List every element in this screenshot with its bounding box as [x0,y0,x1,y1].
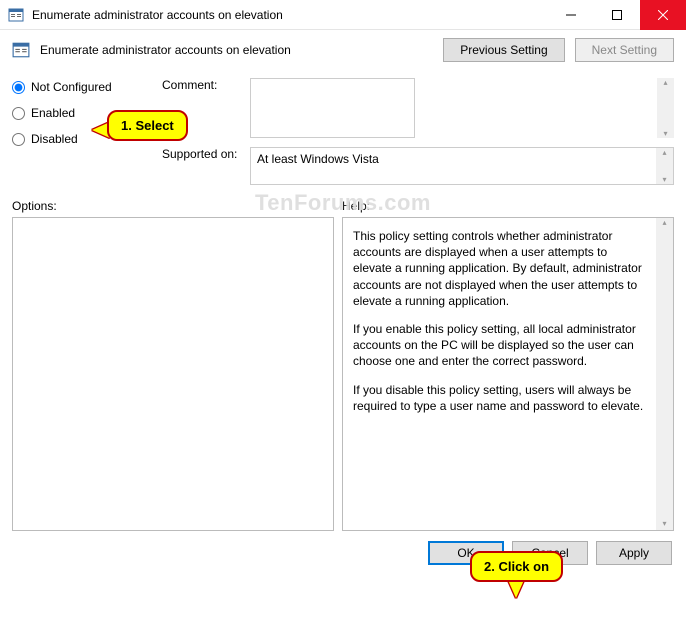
policy-icon [12,41,30,59]
scroll-up-icon: ▴ [663,78,667,87]
supported-scrollbar[interactable]: ▴ ▾ [656,148,673,184]
header-row: Enumerate administrator accounts on elev… [0,30,686,74]
supported-on-box: At least Windows Vista ▴ ▾ [250,147,674,185]
options-pane [12,217,334,531]
next-setting-button[interactable]: Next Setting [575,38,674,62]
minimize-button[interactable] [548,0,594,30]
supported-label: Supported on: [162,147,244,161]
maximize-button[interactable] [594,0,640,30]
titlebar: Enumerate administrator accounts on elev… [0,0,686,30]
scroll-up-icon: ▴ [662,218,666,229]
radio-enabled-label: Enabled [31,106,75,120]
section-labels: Options: Help: [0,189,686,217]
scroll-up-icon: ▴ [662,148,666,157]
callout-1-select: 1. Select [107,110,188,141]
help-paragraph-3: If you disable this policy setting, user… [353,382,649,414]
comment-scrollbar[interactable]: ▴ ▾ [657,78,674,138]
radio-enabled-input[interactable] [12,107,25,120]
help-scrollbar[interactable]: ▴ ▾ [656,218,673,530]
callout-2-click: 2. Click on [470,551,563,582]
page-title: Enumerate administrator accounts on elev… [40,43,433,57]
supported-on-text: At least Windows Vista [257,152,379,166]
window-controls [548,0,686,29]
radio-not-configured[interactable]: Not Configured [12,80,142,94]
help-pane: This policy setting controls whether adm… [342,217,674,531]
previous-setting-button[interactable]: Previous Setting [443,38,564,62]
callout-2-tail [508,580,524,598]
help-paragraph-1: This policy setting controls whether adm… [353,228,649,309]
radio-not-configured-label: Not Configured [31,80,112,94]
window-title: Enumerate administrator accounts on elev… [32,8,548,22]
scroll-down-icon: ▾ [662,175,666,184]
apply-button[interactable]: Apply [596,541,672,565]
panes: This policy setting controls whether adm… [0,217,686,531]
close-button[interactable] [640,0,686,30]
options-label: Options: [12,199,342,213]
button-row: OK Cancel Apply [0,531,686,575]
radio-not-configured-input[interactable] [12,81,25,94]
help-label: Help: [342,199,370,213]
help-paragraph-2: If you enable this policy setting, all l… [353,321,649,370]
app-icon [8,7,24,23]
radio-disabled-input[interactable] [12,133,25,146]
comment-input[interactable] [250,78,415,138]
radio-disabled-label: Disabled [31,132,78,146]
scroll-down-icon: ▾ [663,129,667,138]
scroll-down-icon: ▾ [662,519,666,530]
